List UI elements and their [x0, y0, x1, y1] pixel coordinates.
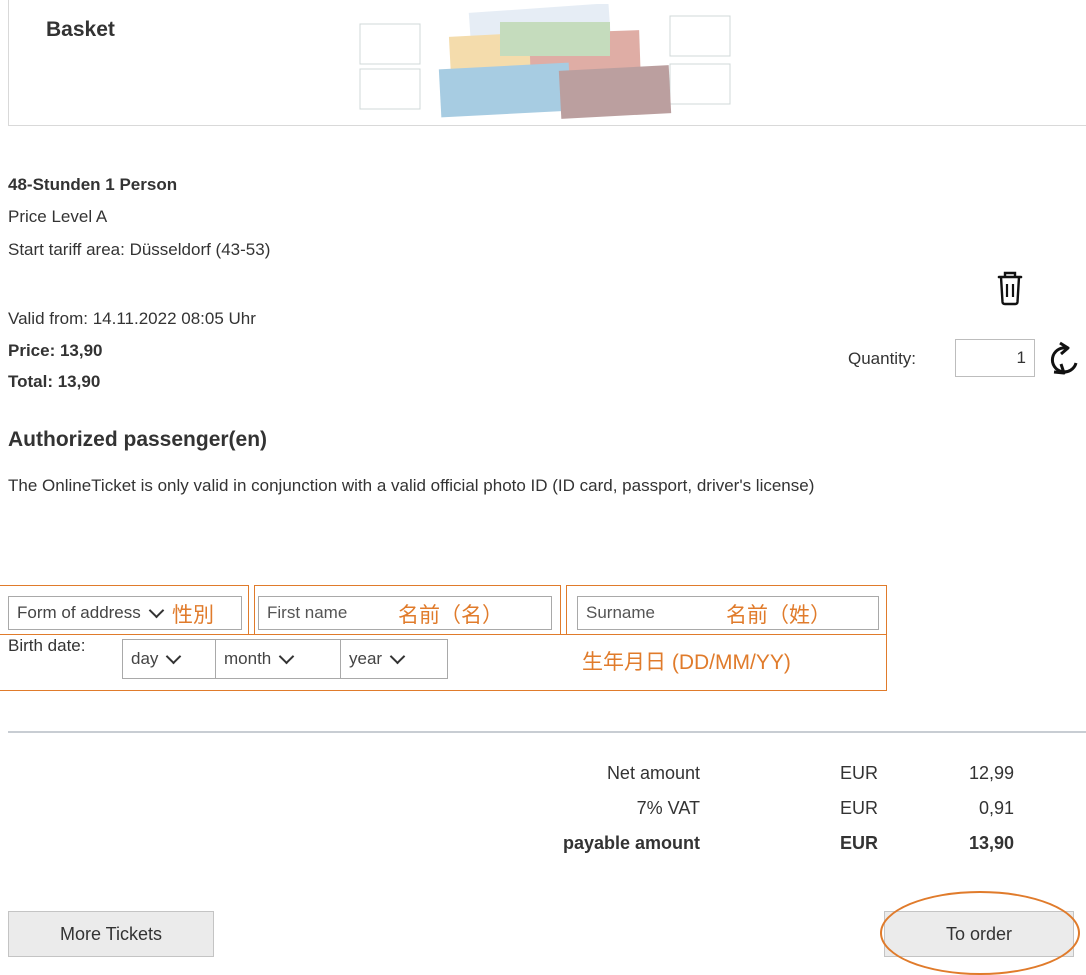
- chevron-down-icon: [166, 648, 182, 664]
- annotation-label-address: 性別: [172, 604, 214, 627]
- vat-label: 7% VAT: [636, 798, 700, 818]
- annotation-label-surname: 名前（姓）: [726, 604, 831, 627]
- ticket-name: 48-Stunden 1 Person: [8, 175, 178, 194]
- birth-month-select[interactable]: month: [215, 639, 341, 679]
- annotation-ellipse-to-order: [880, 891, 1080, 975]
- price-level: Price Level A: [8, 207, 108, 226]
- first-name-placeholder: First name: [267, 603, 348, 622]
- chevron-down-icon: [389, 648, 406, 664]
- birth-year-select[interactable]: year: [340, 639, 448, 679]
- more-tickets-button[interactable]: More Tickets: [8, 911, 214, 957]
- annotation-label-birth-date: 生年月日 (DD/MM/YY): [582, 651, 791, 674]
- quantity-label: Quantity:: [848, 349, 917, 368]
- birth-day-value: day: [131, 649, 159, 668]
- surname-placeholder: Surname: [586, 603, 655, 622]
- total: Total: 13,90: [8, 372, 101, 391]
- birth-day-select[interactable]: day: [122, 639, 216, 679]
- annotation-label-first-name: 名前（名）: [398, 604, 503, 627]
- birth-date-label: Birth date:: [8, 636, 86, 655]
- chevron-down-icon: [148, 602, 165, 618]
- birth-year-value: year: [349, 649, 383, 668]
- section-title: Authorized passenger(en): [8, 428, 268, 451]
- divider: [8, 731, 1086, 733]
- net-amount-currency: EUR: [840, 763, 879, 783]
- payable-amount-label: payable amount: [562, 833, 700, 853]
- payable-amount-currency: EUR: [840, 833, 879, 853]
- vat-currency: EUR: [840, 798, 879, 818]
- tariff-area: Start tariff area: Düsseldorf (43-53): [8, 240, 271, 259]
- valid-from: Valid from: 14.11.2022 08:05 Uhr: [8, 309, 256, 328]
- chevron-down-icon: [278, 648, 295, 664]
- ticket-collage-image: [359, 4, 731, 119]
- id-requirement-note: The OnlineTicket is only valid in conjun…: [8, 476, 815, 495]
- price: Price: 13,90: [8, 341, 103, 360]
- quantity-input[interactable]: [955, 339, 1035, 377]
- net-amount-label: Net amount: [606, 763, 700, 783]
- form-of-address-value: Form of address: [17, 603, 141, 622]
- payable-amount-value: 13,90: [968, 833, 1014, 853]
- trash-icon[interactable]: [990, 270, 1030, 306]
- vat-value: 0,91: [978, 798, 1014, 818]
- page-title: Basket: [46, 18, 115, 41]
- birth-month-value: month: [224, 649, 272, 668]
- refresh-icon[interactable]: [1040, 339, 1086, 379]
- net-amount-value: 12,99: [968, 763, 1014, 783]
